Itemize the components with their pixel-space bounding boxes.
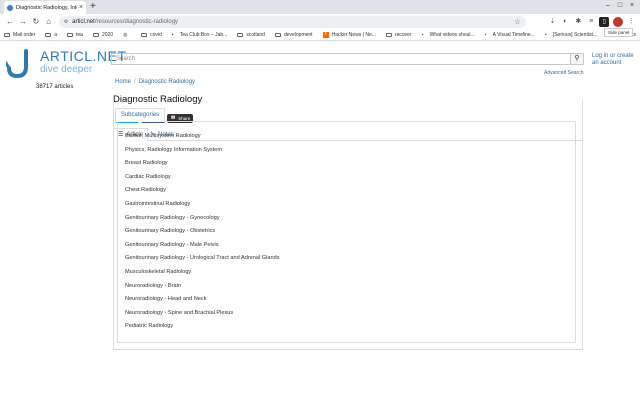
bookmark-icon: ▪ xyxy=(171,31,174,38)
bookmark-item[interactable]: covid xyxy=(141,32,162,38)
bookmark-label: Mail order xyxy=(13,32,36,38)
bookmark-item[interactable]: tea xyxy=(67,32,83,38)
bookmark-label: recover xyxy=(394,32,412,38)
subcategory-item[interactable]: Musculoskeletal Radiology xyxy=(125,268,280,282)
bookmark-label: development xyxy=(283,32,313,38)
subcategory-item[interactable]: Genitourinary Radiology - Gynecology xyxy=(125,214,280,228)
logo-hook-icon xyxy=(6,49,28,79)
bookmark-icon: ▪ xyxy=(544,31,547,38)
subcategory-item[interactable]: Cardiac Radiology xyxy=(125,173,280,187)
subcategory-item[interactable]: Genitourinary Radiology - Obstetrics xyxy=(125,227,280,241)
breadcrumb-current[interactable]: Diagnostic Radiology xyxy=(139,79,195,85)
subcategory-item[interactable]: Neuroradiology - Head and Neck xyxy=(125,295,280,309)
extension-icon[interactable]: ◐ xyxy=(560,17,570,27)
puzzle-extensions-icon[interactable]: ✱ xyxy=(573,17,583,27)
address-bar[interactable]: ⚙ articl.net/resources/diagnostic-radiol… xyxy=(58,16,526,28)
bookmark-item[interactable]: ▪ What videos shoul... xyxy=(422,32,475,38)
folder-icon xyxy=(274,33,281,37)
subcategory-list: Basics, Multisystem Radiology Physics, Ra… xyxy=(125,132,280,336)
bookmark-item[interactable]: a xyxy=(45,32,57,38)
bookmark-label: What videos shoul... xyxy=(429,32,475,38)
folder-icon xyxy=(45,33,52,37)
bookmark-item[interactable]: ◍ xyxy=(123,31,131,38)
bookmark-label: Tea Club Box – Jab... xyxy=(179,32,228,38)
bookmark-item[interactable]: recover xyxy=(385,32,412,38)
folder-icon xyxy=(67,33,74,37)
address-url: articl.net/resources/diagnostic-radiolog… xyxy=(72,19,178,25)
bookmark-item[interactable]: Y Hacker News | Ne... xyxy=(322,31,376,38)
folder-icon xyxy=(141,33,148,37)
logo-tagline: dive deeper xyxy=(40,64,93,75)
site-logo[interactable]: ARTICL.NET dive deeper xyxy=(6,49,126,79)
bookmark-label: a xyxy=(54,32,58,38)
bookmark-label: scotland xyxy=(246,32,265,38)
folder-icon xyxy=(385,33,392,37)
site-favicon-icon xyxy=(7,4,13,11)
bookmark-item[interactable]: ▪ [Serious] Scientist... xyxy=(545,32,597,38)
bookmark-item[interactable]: Mail order xyxy=(4,32,35,38)
bookmark-item[interactable]: ▪ Tea Club Box – Jab... xyxy=(172,32,228,38)
subcategory-item[interactable]: Physics, Radiology Information System xyxy=(125,146,280,160)
bookmark-label: 2020 xyxy=(101,32,114,38)
side-panel-tooltip: Side panel xyxy=(604,28,634,37)
home-icon[interactable]: ⌂ xyxy=(43,16,55,28)
hn-icon: Y xyxy=(322,31,329,38)
bookmarks-bar: Mail order a tea 2020 ◍ covid ▪ Tea Club Box – … xyxy=(0,30,640,41)
browser-tab-strip: Diagnostic Radiology, Interest × + – □ × xyxy=(0,0,640,14)
minimize-icon[interactable]: – xyxy=(604,2,612,10)
profile-avatar[interactable] xyxy=(613,17,624,27)
reload-icon[interactable]: ↻ xyxy=(30,16,42,28)
subcategory-item[interactable]: Genitourinary Radiology - Urological Tra… xyxy=(125,254,280,268)
subcategory-item[interactable]: Pediatric Radiology xyxy=(125,322,280,336)
tab-subcategories[interactable]: Subcategories xyxy=(115,108,165,122)
folder-icon xyxy=(237,33,244,37)
bookmark-item[interactable]: scotland xyxy=(237,32,265,38)
browser-toolbar: ← → ↻ ⌂ ⚙ articl.net/resources/diagnosti… xyxy=(0,14,640,30)
menu-list-icon[interactable]: ≡ xyxy=(586,17,596,27)
back-icon[interactable]: ← xyxy=(4,16,16,28)
bookmark-item[interactable]: development xyxy=(274,32,313,38)
breadcrumb-home[interactable]: Home xyxy=(115,79,131,85)
bookmark-item[interactable]: ▪ A Visual Timeline... xyxy=(485,32,535,38)
side-panel-icon[interactable]: ▯ xyxy=(599,17,610,27)
search-input[interactable]: Search xyxy=(112,54,570,64)
forward-icon[interactable]: → xyxy=(17,16,29,28)
subcategory-item[interactable]: Chest Radiology xyxy=(125,186,280,200)
more-menu-icon[interactable]: ⋮ xyxy=(626,17,636,27)
folder-icon xyxy=(92,33,99,37)
search-icon[interactable]: ⚲ xyxy=(570,54,583,64)
new-tab-button[interactable]: + xyxy=(90,1,96,13)
site-info-icon[interactable]: ⚙ xyxy=(64,19,68,25)
browser-tab[interactable]: Diagnostic Radiology, Interest × xyxy=(4,1,86,14)
bookmark-star-icon[interactable]: ☆ xyxy=(514,18,520,26)
folder-icon xyxy=(4,33,10,37)
search-bar: Search ⚲ xyxy=(111,53,584,65)
login-link[interactable]: Log in or create an account xyxy=(592,53,638,67)
bookmark-label: tea xyxy=(76,32,83,38)
download-icon[interactable]: ⇣ xyxy=(548,17,558,27)
tab-close-icon[interactable]: × xyxy=(79,4,83,11)
bookmark-label: Hacker News | Ne... xyxy=(331,32,376,38)
bookmark-icon: ▪ xyxy=(421,31,424,38)
breadcrumb: Home / Diagnostic Radiology xyxy=(115,79,196,85)
bookmark-label: A Visual Timeline... xyxy=(492,32,535,38)
maximize-icon[interactable]: □ xyxy=(616,2,624,10)
close-window-icon[interactable]: × xyxy=(628,2,636,10)
bookmark-label: covid xyxy=(150,32,162,38)
browser-tab-title: Diagnostic Radiology, Interest xyxy=(16,4,77,11)
advanced-search-link[interactable]: Advanced Search xyxy=(544,70,583,76)
subcategory-item[interactable]: Basics, Multisystem Radiology xyxy=(125,132,280,146)
subcategory-item[interactable]: Genitourinary Radiology - Male Pelvis xyxy=(125,241,280,255)
globe-icon: ◍ xyxy=(123,31,128,38)
subcategory-item[interactable]: Neuroradiology - Brain xyxy=(125,282,280,296)
subcategory-item[interactable]: Neuroradiology - Spine and Brachial Plex… xyxy=(125,309,280,323)
subcategory-item[interactable]: Gastrointestinal Radiology xyxy=(125,200,280,214)
bookmark-icon: ▪ xyxy=(484,31,487,38)
article-count: 38717 articles xyxy=(36,84,74,90)
subcategory-item[interactable]: Breast Radiology xyxy=(125,159,280,173)
bookmark-item[interactable]: 2020 xyxy=(92,32,114,38)
bookmark-label: [Serious] Scientist... xyxy=(552,32,598,38)
